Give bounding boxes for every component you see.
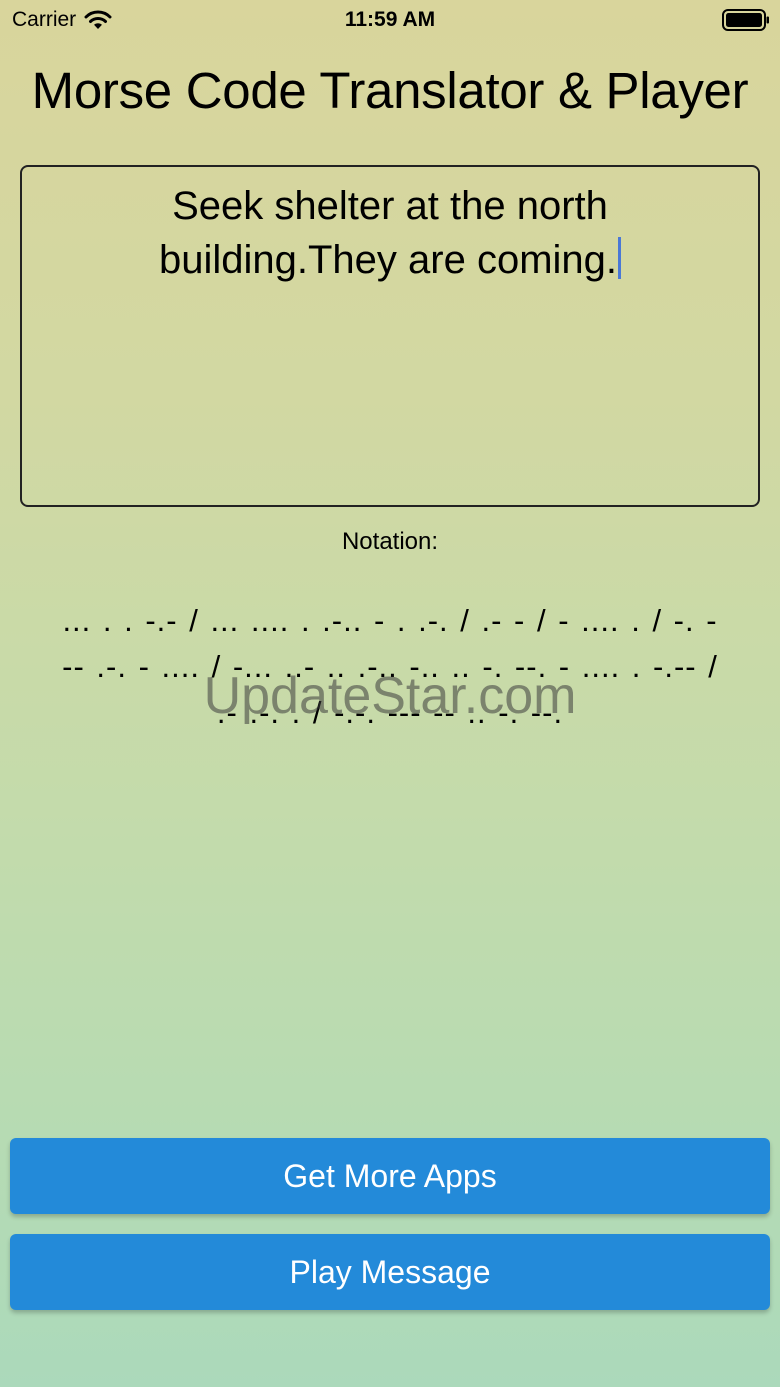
play-message-button[interactable]: Play Message: [10, 1234, 770, 1310]
status-time: 11:59 AM: [344, 8, 436, 31]
message-input-value: Seek shelter at the north building.They …: [158, 184, 618, 282]
morse-notation-output: ... . . -.- / ... .... . .-.. - . .-. / …: [62, 603, 718, 730]
battery-full-icon: [722, 9, 769, 31]
status-bar: Carrier 11:59 AM: [0, 0, 780, 40]
text-cursor: [618, 237, 622, 279]
notation-label: Notation:: [341, 528, 439, 555]
message-input-text[interactable]: Seek shelter at the north building.They …: [62, 179, 718, 287]
app-title: Morse Code Translator & Player: [31, 62, 749, 119]
get-more-apps-button[interactable]: Get More Apps: [10, 1138, 770, 1214]
message-input[interactable]: Seek shelter at the north building.They …: [20, 165, 760, 507]
